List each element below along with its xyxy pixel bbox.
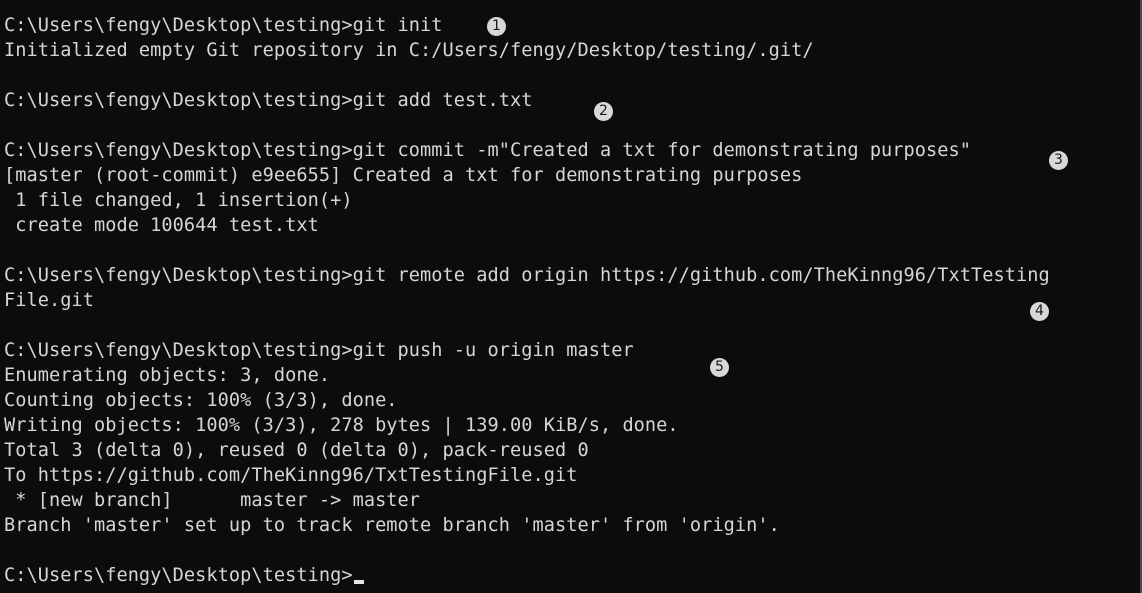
text-cursor (353, 580, 364, 584)
command-prompt-line[interactable]: C:\Users\fengy\Desktop\testing> (4, 563, 1138, 588)
terminal-line: create mode 100644 test.txt (4, 215, 319, 236)
terminal-line: C:\Users\fengy\Desktop\testing>git remot… (4, 265, 1050, 286)
terminal-line: 1 file changed, 1 insertion(+) (4, 190, 353, 211)
step-badge-3: 3 (1049, 151, 1068, 170)
terminal-line: Enumerating objects: 3, done. (4, 365, 331, 386)
terminal-line: C:\Users\fengy\Desktop\testing>git init (4, 15, 443, 36)
terminal-line: C:\Users\fengy\Desktop\testing>git commi… (4, 140, 972, 161)
terminal-line: To https://github.com/TheKinng96/TxtTest… (4, 465, 578, 486)
terminal-line: Initialized empty Git repository in C:/U… (4, 40, 814, 61)
terminal-window[interactable]: C:\Users\fengy\Desktop\testing>git init … (0, 0, 1142, 593)
step-badge-2: 2 (594, 102, 613, 121)
step-badge-1: 1 (487, 17, 506, 36)
terminal-line: * [new branch] master -> master (4, 490, 421, 511)
terminal-line: Total 3 (delta 0), reused 0 (delta 0), p… (4, 440, 589, 461)
terminal-line: Branch 'master' set up to track remote b… (4, 515, 780, 536)
terminal-output: C:\Users\fengy\Desktop\testing>git init … (4, 13, 1138, 588)
terminal-line: File.git (4, 290, 94, 311)
command-prompt: C:\Users\fengy\Desktop\testing> (4, 565, 353, 586)
terminal-line: C:\Users\fengy\Desktop\testing>git push … (4, 340, 634, 361)
terminal-line: [master (root-commit) e9ee655] Created a… (4, 165, 803, 186)
step-badge-4: 4 (1030, 302, 1049, 321)
step-badge-5: 5 (710, 358, 729, 377)
terminal-line: Counting objects: 100% (3/3), done. (4, 390, 398, 411)
terminal-line: C:\Users\fengy\Desktop\testing>git add t… (4, 90, 533, 111)
terminal-line: Writing objects: 100% (3/3), 278 bytes |… (4, 415, 679, 436)
